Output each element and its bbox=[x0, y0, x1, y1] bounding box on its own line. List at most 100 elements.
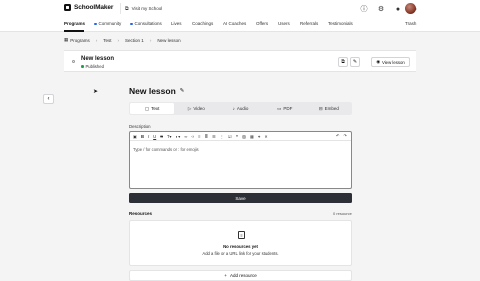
nav-item-coachings[interactable]: Coachings bbox=[192, 21, 213, 26]
nav-item-label: Referrals bbox=[300, 21, 319, 26]
video-icon: ▷ bbox=[187, 105, 192, 111]
tab-label: Text bbox=[151, 106, 160, 111]
align-left-icon[interactable]: ≡ bbox=[198, 134, 200, 139]
location-icon[interactable]: ⌖ bbox=[258, 134, 260, 139]
schoolmaker-logo-icon bbox=[64, 4, 71, 11]
breadcrumb-separator: › bbox=[149, 37, 152, 43]
strikethrough-icon[interactable]: S bbox=[160, 134, 163, 139]
quote-icon[interactable]: ❝ bbox=[236, 134, 238, 139]
lesson-title: New lesson bbox=[81, 56, 115, 62]
lesson-main-title: New lesson ✎ bbox=[129, 86, 184, 96]
copy-icon: ⧉ bbox=[341, 59, 345, 65]
lesson-header: New lesson Published ⧉ ✎ ◉ View lesson bbox=[64, 50, 416, 72]
bullet-list-icon[interactable]: ☰ bbox=[212, 134, 216, 139]
nav-item-consultations[interactable]: Consultations bbox=[130, 21, 162, 26]
breadcrumb: ▦ Programs › Test › Section 1 › New less… bbox=[64, 37, 181, 43]
nav-item-label: Consultations bbox=[134, 21, 162, 26]
nav-item-label: Lives bbox=[171, 21, 182, 26]
color-icon[interactable]: ◐▾ bbox=[176, 134, 181, 139]
status-dot bbox=[130, 22, 133, 26]
table-icon[interactable]: ▦ bbox=[250, 134, 254, 139]
code-icon[interactable]: ‹› bbox=[191, 134, 194, 139]
add-resource-button[interactable]: + Add resource bbox=[129, 270, 352, 281]
main-title-text: New lesson bbox=[129, 86, 176, 96]
nav-item-label: Programs bbox=[64, 21, 86, 26]
link-icon[interactable]: ∞ bbox=[184, 134, 187, 139]
tab-label: Embed bbox=[324, 106, 339, 111]
nav-item-offers[interactable]: Offers bbox=[256, 21, 268, 26]
view-lesson-button[interactable]: ◉ View lesson bbox=[371, 57, 410, 67]
tab-label: Video bbox=[193, 106, 205, 111]
audio-icon: ♪ bbox=[232, 106, 235, 111]
nav-item-community[interactable]: Community bbox=[94, 21, 121, 26]
user-avatar[interactable] bbox=[405, 3, 416, 14]
resources-heading: Resources bbox=[129, 211, 153, 216]
breadcrumb-separator: › bbox=[95, 37, 98, 43]
pdf-icon: ▭ bbox=[277, 105, 282, 111]
save-button[interactable]: Save bbox=[129, 193, 352, 203]
main-nav: Programs Community Consultations Lives C… bbox=[0, 18, 480, 32]
brand-name: SchoolMaker bbox=[74, 4, 114, 11]
nav-item-label: Community bbox=[98, 21, 122, 26]
active-tab-indicator bbox=[64, 30, 84, 32]
checklist-icon[interactable]: ☑ bbox=[228, 134, 232, 139]
empty-title: No resources yet bbox=[223, 244, 258, 249]
nav-item-referrals[interactable]: Referrals bbox=[300, 21, 318, 26]
edit-button[interactable]: ✎ bbox=[350, 57, 360, 67]
description-label: Description bbox=[129, 124, 151, 129]
undo-icon[interactable]: ↶ bbox=[336, 133, 340, 138]
nav-item-programs[interactable]: Programs bbox=[64, 21, 85, 26]
tab-embed[interactable]: ⊟ Embed bbox=[307, 103, 351, 114]
tab-label: Audio bbox=[236, 106, 249, 111]
settings-icon[interactable]: ⚙ bbox=[376, 4, 386, 14]
clear-format-icon[interactable]: ✕ bbox=[264, 134, 268, 139]
pencil-icon: ✎ bbox=[352, 59, 358, 65]
lesson-status-circle-icon bbox=[72, 60, 75, 63]
arrow-left-icon: ‹ bbox=[47, 96, 50, 102]
back-button[interactable]: ‹ bbox=[43, 94, 54, 104]
file-icon: ≡ bbox=[238, 231, 245, 239]
eye-icon: ◉ bbox=[376, 59, 380, 64]
help-icon[interactable]: ⓘ bbox=[359, 4, 369, 14]
add-resource-label: Add resource bbox=[229, 273, 257, 278]
description-editor[interactable]: ▣ B I U S T▾ ◐▾ ∞ ‹› ≡ ≣ ☰ ⋮ ☑ ❝ ▨ ▦ ⌖ ✕… bbox=[129, 131, 352, 189]
breadcrumb-item[interactable]: Section 1 bbox=[125, 38, 144, 43]
tab-video[interactable]: ▷ Video bbox=[174, 103, 218, 114]
nav-item-users[interactable]: Users bbox=[278, 21, 290, 26]
empty-subtitle: Add a file or a URL link for your studen… bbox=[202, 251, 279, 256]
breadcrumb-item[interactable]: Programs bbox=[70, 38, 90, 43]
top-bar: SchoolMaker ⧉ Visit my School ⓘ ⚙ ● ♦ bbox=[0, 0, 480, 18]
tab-audio[interactable]: ♪ Audio bbox=[218, 103, 262, 114]
visit-school-label: Visit my School bbox=[131, 6, 163, 11]
status-badge: Published bbox=[81, 64, 104, 69]
nav-item-ai-coaches[interactable]: AI Coaches bbox=[223, 21, 246, 26]
visit-school-link[interactable]: ⧉ Visit my School bbox=[120, 3, 166, 14]
nav-item-testimonials[interactable]: Testimonials bbox=[328, 21, 353, 26]
align-center-icon[interactable]: ≣ bbox=[205, 134, 209, 139]
chat-icon[interactable]: ● bbox=[393, 4, 403, 14]
nav-item-lives[interactable]: Lives bbox=[171, 21, 182, 26]
nav-item-trash[interactable]: Trash bbox=[405, 21, 416, 26]
editor-toolbar: ▣ B I U S T▾ ◐▾ ∞ ‹› ≡ ≣ ☰ ⋮ ☑ ❝ ▨ ▦ ⌖ ✕… bbox=[130, 132, 351, 141]
tab-text[interactable]: ▢ Text bbox=[130, 103, 175, 114]
breadcrumb-item[interactable]: Test bbox=[103, 38, 111, 43]
breadcrumb-current: New lesson bbox=[157, 37, 181, 43]
tab-pdf[interactable]: ▭ PDF bbox=[263, 103, 307, 114]
bold-icon[interactable]: B bbox=[141, 134, 144, 139]
mouse-cursor-icon: ➤ bbox=[93, 89, 99, 95]
brand-logo[interactable]: SchoolMaker bbox=[64, 4, 113, 11]
plus-icon: + bbox=[224, 273, 227, 278]
edit-title-pencil-icon[interactable]: ✎ bbox=[180, 88, 185, 94]
breadcrumb-separator: › bbox=[117, 37, 120, 43]
duplicate-button[interactable]: ⧉ bbox=[338, 57, 348, 67]
italic-icon[interactable]: I bbox=[148, 134, 149, 139]
image-icon[interactable]: ▨ bbox=[242, 134, 246, 139]
redo-icon[interactable]: ↷ bbox=[343, 133, 347, 138]
underline-icon[interactable]: U bbox=[153, 134, 156, 139]
block-icon[interactable]: ▣ bbox=[133, 134, 137, 139]
numbered-list-icon[interactable]: ⋮ bbox=[220, 134, 224, 139]
tab-label: PDF bbox=[283, 106, 293, 111]
text-icon: ▢ bbox=[144, 105, 150, 111]
resources-count: 0 resource bbox=[333, 211, 352, 216]
heading-icon[interactable]: T▾ bbox=[167, 134, 172, 139]
